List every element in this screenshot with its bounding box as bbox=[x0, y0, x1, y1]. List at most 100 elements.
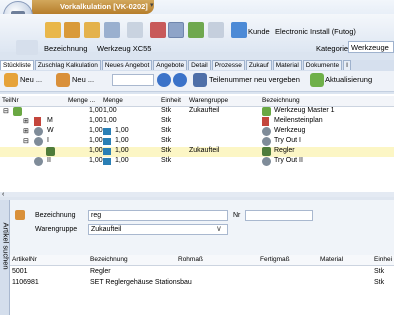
kunde-value: Electronic Install (Futog) bbox=[275, 27, 356, 36]
save-icon[interactable] bbox=[64, 22, 80, 38]
pen-icon[interactable] bbox=[127, 22, 143, 38]
tab-detail[interactable]: Detail bbox=[188, 60, 211, 70]
cell-einheit: Stk bbox=[161, 127, 172, 134]
col-einheit[interactable]: Einheit bbox=[161, 97, 181, 104]
window-title: Vorkalkulation [VK-0202] bbox=[32, 0, 154, 14]
gear-icon bbox=[34, 137, 43, 146]
res-col-einheit[interactable]: Einhei bbox=[374, 256, 392, 263]
tab-zuschlag-kalkulation[interactable]: Zuschlag Kalkulation bbox=[34, 60, 101, 70]
kategorie-label: Kategorie bbox=[316, 44, 349, 53]
tree-row[interactable] bbox=[0, 127, 394, 137]
new-subitem-icon[interactable] bbox=[56, 73, 70, 87]
res-cell-einheit[interactable]: Stk bbox=[374, 268, 384, 275]
kategorie-field[interactable]: Werkzeuge bbox=[348, 41, 394, 53]
teilenummer-neu-button[interactable]: Teilenummer neu vergeben bbox=[209, 75, 300, 84]
search-nr-input[interactable] bbox=[245, 210, 313, 221]
search-warengruppe-label: Warengruppe bbox=[35, 226, 78, 233]
neu-button-2[interactable]: Neu ... bbox=[72, 75, 94, 84]
cell-menge: 1,00 bbox=[103, 117, 117, 124]
search-icon[interactable] bbox=[168, 22, 184, 38]
col-warengruppe[interactable]: Warengruppe bbox=[189, 97, 228, 104]
aktualisierung-button[interactable]: Aktualisierung bbox=[325, 75, 372, 84]
res-cell-bezeichnung[interactable]: Regler bbox=[90, 268, 111, 275]
col-menge-a[interactable]: Menge ... bbox=[68, 97, 95, 104]
cell-teilnr: II bbox=[47, 157, 51, 164]
tab-strip: Stückliste Zuschlag Kalkulation Neues An… bbox=[0, 60, 394, 71]
edit-icon[interactable] bbox=[45, 22, 61, 38]
tree-row[interactable] bbox=[0, 157, 394, 167]
cell-bezeichnung: Try Out II bbox=[274, 157, 303, 164]
print-icon[interactable] bbox=[104, 22, 120, 38]
cell-menge-a: 1,00 bbox=[89, 107, 103, 114]
cell-menge-a: 1,00 bbox=[89, 157, 103, 164]
gear-icon bbox=[34, 157, 43, 166]
expand-icon[interactable]: ⊞ bbox=[23, 127, 29, 135]
cell-menge-a: 1,00 bbox=[89, 127, 103, 134]
export-icon[interactable] bbox=[208, 22, 224, 38]
res-cell-bezeichnung[interactable]: SET Reglergehäuse Stationsbau bbox=[90, 279, 192, 286]
tree-row[interactable] bbox=[0, 117, 394, 127]
res-col-rohmass[interactable]: Rohmaß bbox=[178, 256, 203, 263]
res-col-fertigmass[interactable]: Fertigmaß bbox=[260, 256, 290, 263]
cell-einheit: Stk bbox=[161, 117, 172, 124]
res-cell-einheit[interactable]: Stk bbox=[374, 279, 384, 286]
list-icon[interactable] bbox=[193, 73, 207, 87]
new-item-icon[interactable] bbox=[4, 73, 18, 87]
assembly-icon bbox=[13, 107, 22, 116]
res-cell-artikelnr[interactable]: 1106981 bbox=[12, 279, 39, 286]
col-menge[interactable]: Menge bbox=[103, 97, 123, 104]
col-teilnr[interactable]: TeilNr bbox=[2, 97, 19, 104]
cell-menge: 1,00 bbox=[115, 127, 129, 134]
milestone-icon bbox=[262, 117, 269, 126]
cell-warengruppe: Zukaufteil bbox=[189, 147, 220, 154]
tab-neues-angebot[interactable]: Neues Angebot bbox=[101, 60, 153, 70]
neu-button-1[interactable]: Neu ... bbox=[20, 75, 42, 84]
tools-icon[interactable] bbox=[188, 22, 204, 38]
search-bezeichnung-input[interactable]: reg bbox=[88, 210, 228, 221]
quick-search-input[interactable] bbox=[112, 74, 154, 86]
tab-angebote[interactable]: Angebote bbox=[153, 60, 188, 70]
col-bezeichnung[interactable]: Bezeichnung bbox=[262, 97, 300, 104]
tab-more[interactable]: I bbox=[343, 60, 351, 70]
gear-icon bbox=[262, 157, 271, 166]
results-table bbox=[10, 266, 394, 315]
bookmark-icon[interactable] bbox=[150, 22, 166, 38]
tab-prozesse[interactable]: Prozesse bbox=[211, 60, 245, 70]
cell-bezeichnung: Regler bbox=[274, 147, 295, 154]
nav-forward-icon[interactable] bbox=[173, 73, 187, 87]
search-warengruppe-select[interactable]: Zukaufteil bbox=[88, 224, 228, 235]
collapse-icon[interactable]: ⊟ bbox=[23, 137, 29, 145]
nav-back-icon[interactable] bbox=[157, 73, 171, 87]
search-nr-label: Nr bbox=[233, 212, 241, 219]
kunde-label: Kunde bbox=[248, 27, 270, 36]
res-cell-artikelnr[interactable]: 5001 bbox=[12, 268, 28, 275]
search-article-icon bbox=[15, 210, 25, 220]
lock-icon bbox=[103, 128, 111, 135]
collapse-icon[interactable]: ⊟ bbox=[3, 107, 9, 115]
tree-row[interactable] bbox=[0, 137, 394, 147]
res-col-artikelnr[interactable]: ArtikelNr bbox=[12, 256, 37, 263]
document-icon[interactable] bbox=[84, 22, 100, 38]
tab-zukauf[interactable]: Zukauf bbox=[245, 60, 272, 70]
cell-menge: 1,00 bbox=[115, 137, 129, 144]
search-bezeichnung-label: Bezeichnung bbox=[35, 212, 76, 219]
tab-dokumente[interactable]: Dokumente bbox=[302, 60, 343, 70]
cell-bezeichnung: Try Out I bbox=[274, 137, 301, 144]
cell-teilnr: I bbox=[47, 137, 49, 144]
cell-menge: 1,00 bbox=[103, 107, 117, 114]
tab-stueckliste[interactable]: Stückliste bbox=[0, 60, 34, 70]
res-col-bezeichnung[interactable]: Bezeichnung bbox=[90, 256, 128, 263]
res-col-material[interactable]: Material bbox=[320, 256, 343, 263]
gear-icon bbox=[34, 127, 43, 136]
bezeichnung-label: Bezeichnung bbox=[44, 44, 88, 53]
quick-access-dropdown-icon[interactable]: ▾ bbox=[150, 1, 162, 11]
refresh-icon[interactable] bbox=[310, 73, 324, 87]
cell-menge-a: 1,00 bbox=[89, 147, 103, 154]
expand-icon[interactable]: ⊞ bbox=[23, 117, 29, 125]
cell-bezeichnung: Werkzeug bbox=[274, 127, 306, 134]
cell-einheit: Stk bbox=[161, 137, 172, 144]
cell-bezeichnung: Werkzeug Master 1 bbox=[274, 107, 335, 114]
cell-teilnr: W bbox=[47, 127, 54, 134]
tab-material[interactable]: Material bbox=[272, 60, 302, 70]
chevron-down-icon[interactable]: ∨ bbox=[216, 224, 222, 233]
